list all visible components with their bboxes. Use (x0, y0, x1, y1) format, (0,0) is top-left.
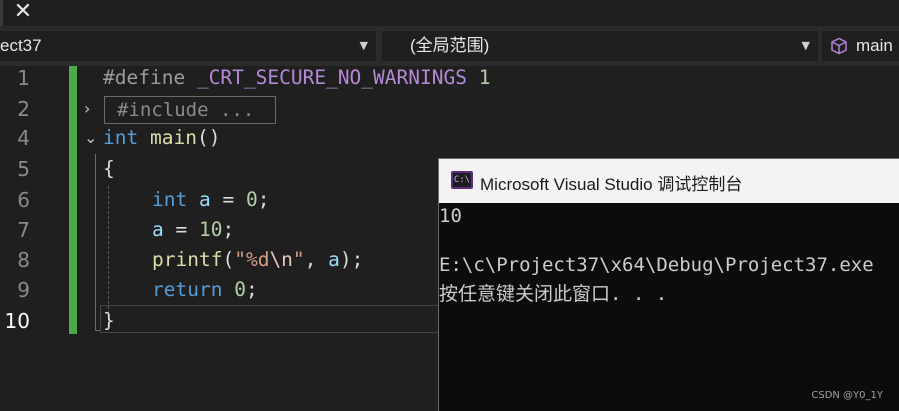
scope-dropdown[interactable]: (全局范围) ▼ (382, 31, 818, 61)
console-output-line: E:\c\Project37\x64\Debug\Project37.exe (439, 254, 874, 276)
variable: a (152, 218, 164, 241)
debug-console-window[interactable]: C:\ Microsoft Visual Studio 调试控制台 10 E:\… (438, 158, 899, 411)
line-number: 8 (17, 248, 30, 272)
punctuation: ; (257, 188, 270, 211)
directive: #define (103, 66, 186, 89)
console-output-line: 10 (439, 205, 462, 227)
scope-guide (95, 154, 96, 330)
keyword: return (152, 278, 223, 301)
navigation-bar: ect37 ▼ (全局范围) ▼ main (0, 26, 899, 66)
function-call: printf (152, 248, 223, 271)
punctuation: ; (222, 218, 235, 241)
member-dropdown-label: main (856, 36, 893, 55)
open-brace: { (103, 157, 115, 180)
console-app-icon: C:\ (451, 171, 473, 189)
line-number: 4 (17, 126, 30, 150)
console-output-line: 按任意键关闭此窗口. . . (439, 283, 668, 305)
line-number: 1 (17, 66, 30, 90)
code-line-9: return 0; (152, 278, 258, 301)
variable: a (328, 248, 340, 271)
current-line-highlight (100, 305, 440, 333)
chevron-down-icon: ▼ (359, 39, 368, 52)
punctuation: , (304, 248, 329, 271)
format-specifier: %d (245, 248, 270, 271)
tab-strip: ✕ (0, 0, 899, 26)
member-dropdown[interactable]: main (822, 31, 899, 61)
macro-name: _CRT_SECURE_NO_WARNINGS (196, 66, 467, 89)
console-title-bar[interactable]: C:\ Microsoft Visual Studio 调试控制台 (439, 159, 899, 203)
line-number-active: 10 (4, 309, 30, 333)
indent-guide (108, 186, 109, 324)
operator: = (210, 188, 246, 211)
close-tab-icon[interactable]: ✕ (8, 0, 38, 26)
console-icon-glyph: C:\ (453, 173, 471, 187)
code-line-8: printf("%d\n", a); (152, 248, 363, 271)
code-line-7: a = 10; (152, 218, 234, 241)
code-line-10: } (103, 309, 115, 332)
punctuation: () (196, 126, 221, 149)
close-brace: } (103, 309, 115, 332)
collapsed-include-block[interactable]: #include ... (104, 96, 276, 124)
chevron-down-icon: ▼ (801, 39, 810, 52)
chevron-right-icon[interactable]: › (84, 99, 90, 118)
code-line-5: { (103, 157, 115, 180)
code-line-6: int a = 0; (152, 188, 269, 211)
line-number: 6 (17, 188, 30, 212)
punctuation: ); (339, 248, 364, 271)
punctuation: ; (245, 278, 258, 301)
code-line-1: #define _CRT_SECURE_NO_WARNINGS 1 (103, 66, 490, 89)
punctuation: ( (222, 248, 235, 271)
scope-dropdown-label: (全局范围) (410, 36, 490, 55)
function-name: main (149, 126, 197, 149)
line-number: 9 (17, 278, 30, 302)
tab-edge (0, 0, 3, 26)
number: 0 (234, 278, 246, 301)
project-dropdown[interactable]: ect37 ▼ (0, 31, 376, 61)
keyword: int (103, 126, 139, 149)
code-line-4: int main() (103, 126, 220, 149)
chevron-down-icon[interactable]: ⌄ (84, 128, 97, 147)
number: 10 (198, 218, 223, 241)
line-number: 7 (17, 218, 30, 242)
watermark: CSDN @Y0_1Y (811, 390, 883, 401)
project-dropdown-label: ect37 (0, 36, 42, 55)
macro-value: 1 (478, 66, 491, 89)
number: 0 (245, 188, 258, 211)
cube-icon (831, 37, 847, 55)
escape-sequence: \n (269, 248, 293, 271)
variable: a (198, 188, 211, 211)
operator: = (163, 218, 199, 241)
console-title: Microsoft Visual Studio 调试控制台 (480, 175, 743, 194)
string-quote: " (292, 248, 305, 271)
line-number: 5 (17, 157, 30, 181)
string-quote: " (234, 248, 246, 271)
keyword: int (152, 188, 188, 211)
line-number: 2 (17, 97, 30, 121)
change-tracking-bar (69, 66, 77, 334)
